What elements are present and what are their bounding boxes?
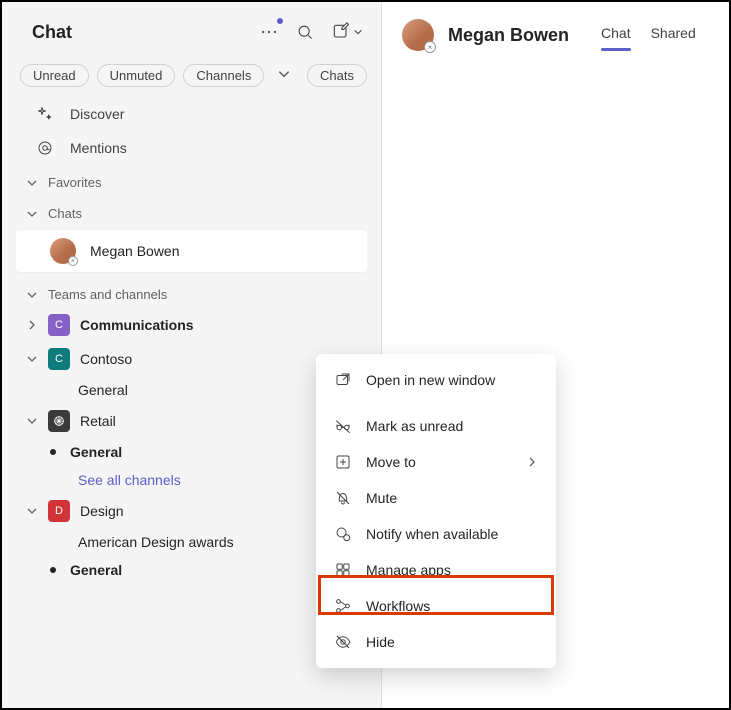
main-tabs: Chat Shared bbox=[601, 19, 696, 51]
chevron-right-icon bbox=[26, 319, 38, 331]
at-icon bbox=[36, 139, 54, 157]
team-avatar: C bbox=[48, 348, 70, 370]
move-icon bbox=[334, 453, 352, 471]
team-name: Communications bbox=[80, 317, 194, 333]
sidebar-title: Chat bbox=[32, 22, 259, 43]
eye-off-icon bbox=[334, 633, 352, 651]
ctx-label: Workflows bbox=[366, 598, 430, 614]
chevron-down-icon bbox=[26, 208, 38, 220]
nav-label: Discover bbox=[70, 106, 124, 122]
chevron-down-icon bbox=[26, 505, 38, 517]
search-button[interactable] bbox=[295, 22, 315, 42]
channel-label: General bbox=[70, 562, 122, 578]
filter-chats[interactable]: Chats bbox=[307, 64, 367, 87]
nav-discover[interactable]: Discover bbox=[2, 97, 381, 131]
ctx-mark-unread[interactable]: Mark as unread bbox=[316, 408, 556, 444]
ctx-label: Mark as unread bbox=[366, 418, 463, 434]
nav-label: Mentions bbox=[70, 140, 127, 156]
avatar[interactable]: × bbox=[402, 19, 434, 51]
ctx-workflows[interactable]: Workflows bbox=[316, 588, 556, 624]
unread-bullet bbox=[50, 449, 56, 455]
presence-offline-icon: × bbox=[68, 256, 78, 266]
open-window-icon bbox=[334, 371, 352, 389]
ellipsis-icon bbox=[259, 22, 279, 42]
main-header: × Megan Bowen Chat Shared bbox=[382, 2, 729, 58]
bell-off-icon bbox=[334, 489, 352, 507]
filters-expand[interactable] bbox=[277, 67, 291, 84]
ctx-label: Notify when available bbox=[366, 526, 498, 542]
search-icon bbox=[295, 22, 315, 42]
presence-offline-icon: × bbox=[424, 41, 436, 53]
ctx-label: Manage apps bbox=[366, 562, 451, 578]
apps-icon bbox=[334, 561, 352, 579]
sparkle-icon bbox=[36, 105, 54, 123]
sidebar-header: Chat bbox=[2, 2, 381, 58]
chevron-down-icon bbox=[26, 289, 38, 301]
chevron-down-icon bbox=[277, 67, 291, 81]
section-label: Favorites bbox=[48, 175, 101, 190]
chat-item-active[interactable]: × Megan Bowen bbox=[16, 229, 367, 273]
presence-icon bbox=[334, 525, 352, 543]
retail-icon bbox=[52, 414, 66, 428]
ctx-manage-apps[interactable]: Manage apps bbox=[316, 552, 556, 588]
ctx-label: Open in new window bbox=[366, 372, 495, 388]
channel-label: American Design awards bbox=[78, 534, 234, 550]
chevron-right-icon bbox=[526, 456, 538, 468]
compose-button[interactable] bbox=[331, 22, 363, 42]
chat-title: Megan Bowen bbox=[448, 25, 569, 46]
section-chats[interactable]: Chats bbox=[2, 196, 381, 227]
compose-icon bbox=[331, 22, 351, 42]
team-name: Contoso bbox=[80, 351, 132, 367]
ctx-label: Mute bbox=[366, 490, 397, 506]
nav-mentions[interactable]: Mentions bbox=[2, 131, 381, 165]
ctx-mute[interactable]: Mute bbox=[316, 480, 556, 516]
ctx-label: Hide bbox=[366, 634, 395, 650]
context-menu: Open in new window Mark as unread Move t… bbox=[316, 354, 556, 668]
sidebar-actions bbox=[259, 22, 363, 42]
workflow-icon bbox=[334, 597, 352, 615]
section-label: Chats bbox=[48, 206, 82, 221]
ctx-label: Move to bbox=[366, 454, 416, 470]
team-name: Design bbox=[80, 503, 124, 519]
chevron-down-icon bbox=[26, 415, 38, 427]
glasses-off-icon bbox=[334, 417, 352, 435]
team-avatar bbox=[48, 410, 70, 432]
ctx-hide[interactable]: Hide bbox=[316, 624, 556, 660]
section-favorites[interactable]: Favorites bbox=[2, 165, 381, 196]
team-communications[interactable]: C Communications bbox=[2, 308, 381, 342]
section-teams[interactable]: Teams and channels bbox=[2, 277, 381, 308]
chevron-down-icon bbox=[26, 353, 38, 365]
section-label: Teams and channels bbox=[48, 287, 167, 302]
notification-dot bbox=[277, 18, 283, 24]
chat-name: Megan Bowen bbox=[90, 243, 180, 259]
tab-shared[interactable]: Shared bbox=[651, 19, 696, 51]
chevron-down-icon bbox=[26, 177, 38, 189]
link-label: See all channels bbox=[78, 472, 181, 488]
filter-unread[interactable]: Unread bbox=[20, 64, 89, 87]
filter-unmuted[interactable]: Unmuted bbox=[97, 64, 176, 87]
more-button[interactable] bbox=[259, 22, 279, 42]
avatar: × bbox=[50, 238, 76, 264]
filter-row: Unread Unmuted Channels Chats bbox=[2, 58, 381, 97]
tab-chat[interactable]: Chat bbox=[601, 19, 631, 51]
channel-label: General bbox=[78, 382, 128, 398]
ctx-open-new-window[interactable]: Open in new window bbox=[316, 362, 556, 398]
ctx-notify-available[interactable]: Notify when available bbox=[316, 516, 556, 552]
team-name: Retail bbox=[80, 413, 116, 429]
team-avatar: C bbox=[48, 314, 70, 336]
team-avatar: D bbox=[48, 500, 70, 522]
filter-channels[interactable]: Channels bbox=[183, 64, 264, 87]
chevron-down-icon bbox=[353, 27, 363, 37]
channel-label: General bbox=[70, 444, 122, 460]
ctx-move-to[interactable]: Move to bbox=[316, 444, 556, 480]
unread-bullet bbox=[50, 567, 56, 573]
